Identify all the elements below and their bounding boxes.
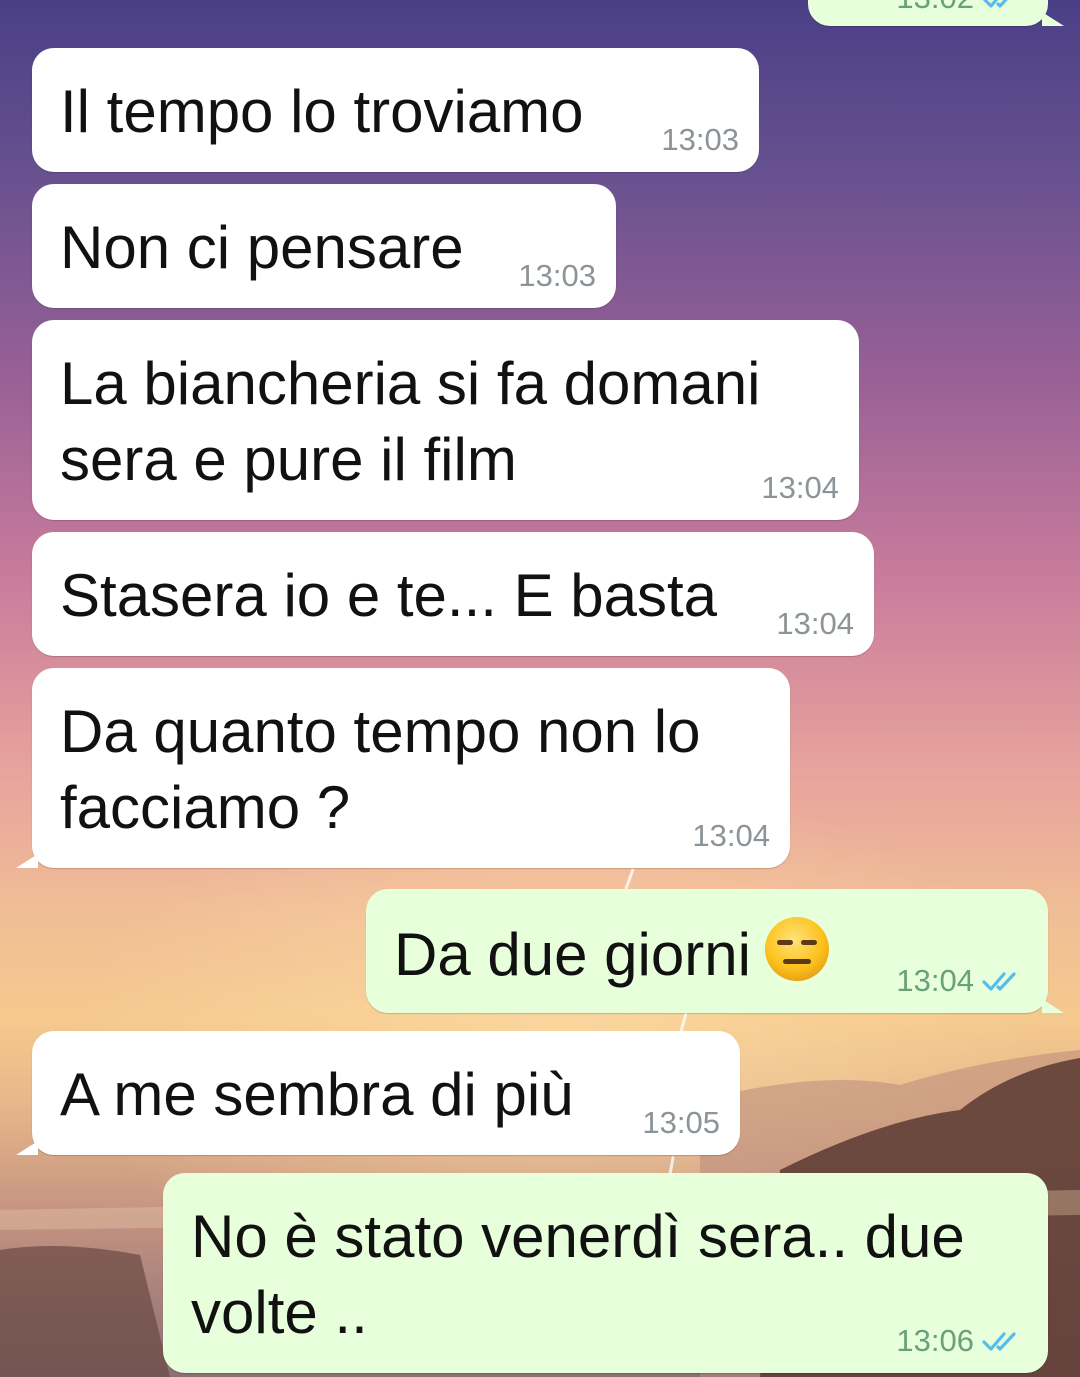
message-bubble-outgoing[interactable]: 13:02	[808, 0, 1064, 26]
lightning-decoration	[624, 868, 635, 890]
message-meta: 13:03	[518, 258, 596, 294]
message-bubble-outgoing[interactable]: Da due giorni 13:04	[366, 889, 1064, 1013]
message-text: Stasera io e te... E basta	[60, 562, 718, 629]
message-text: Il tempo lo troviamo	[60, 78, 584, 145]
message-text: Da quanto tempo non lo facciamo ?	[60, 698, 701, 841]
message-bubble-incoming[interactable]: Da quanto tempo non lo facciamo ? 13:04	[16, 668, 790, 868]
message-text-content: Da due giorni	[394, 921, 751, 988]
message-meta: 13:05	[642, 1105, 720, 1141]
message-text: La biancheria si fa domani sera e pure i…	[60, 350, 761, 493]
message-bubble-incoming[interactable]: A me sembra di più 13:05	[16, 1031, 740, 1155]
message-time: 13:02	[896, 0, 974, 16]
double-check-icon	[982, 0, 1008, 8]
message-bubble-outgoing[interactable]: No è stato venerdì sera.. due volte .. 1…	[163, 1173, 1048, 1373]
message-time: 13:05	[642, 1105, 720, 1140]
message-bubble-incoming[interactable]: Il tempo lo troviamo 13:03	[32, 48, 759, 172]
message-bubble-incoming[interactable]: Stasera io e te... E basta 13:04	[32, 532, 874, 656]
message-bubble-incoming[interactable]: Non ci pensare 13:03	[32, 184, 616, 308]
message-meta: 13:04	[692, 818, 770, 854]
message-time: 13:03	[661, 122, 739, 157]
double-check-icon	[982, 972, 1016, 991]
expressionless-face-icon	[764, 917, 829, 981]
message-meta: 13:04	[776, 606, 854, 642]
message-time: 13:04	[776, 606, 854, 641]
message-meta: 13:04	[761, 470, 839, 506]
message-text: A me sembra di più	[60, 1061, 574, 1128]
message-meta: 13:03	[661, 122, 739, 158]
message-meta: 13:04	[896, 963, 1028, 999]
message-text: Non ci pensare	[60, 214, 464, 281]
message-time: 13:04	[896, 963, 974, 998]
message-time: 13:04	[761, 470, 839, 505]
double-check-icon	[982, 1332, 1016, 1351]
message-time: 13:06	[896, 1323, 974, 1358]
message-meta: 13:06	[896, 1323, 1028, 1359]
message-time: 13:03	[518, 258, 596, 293]
message-meta: 13:02	[896, 0, 1028, 16]
message-bubble-incoming[interactable]: La biancheria si fa domani sera e pure i…	[32, 320, 859, 520]
message-time: 13:04	[692, 818, 770, 853]
